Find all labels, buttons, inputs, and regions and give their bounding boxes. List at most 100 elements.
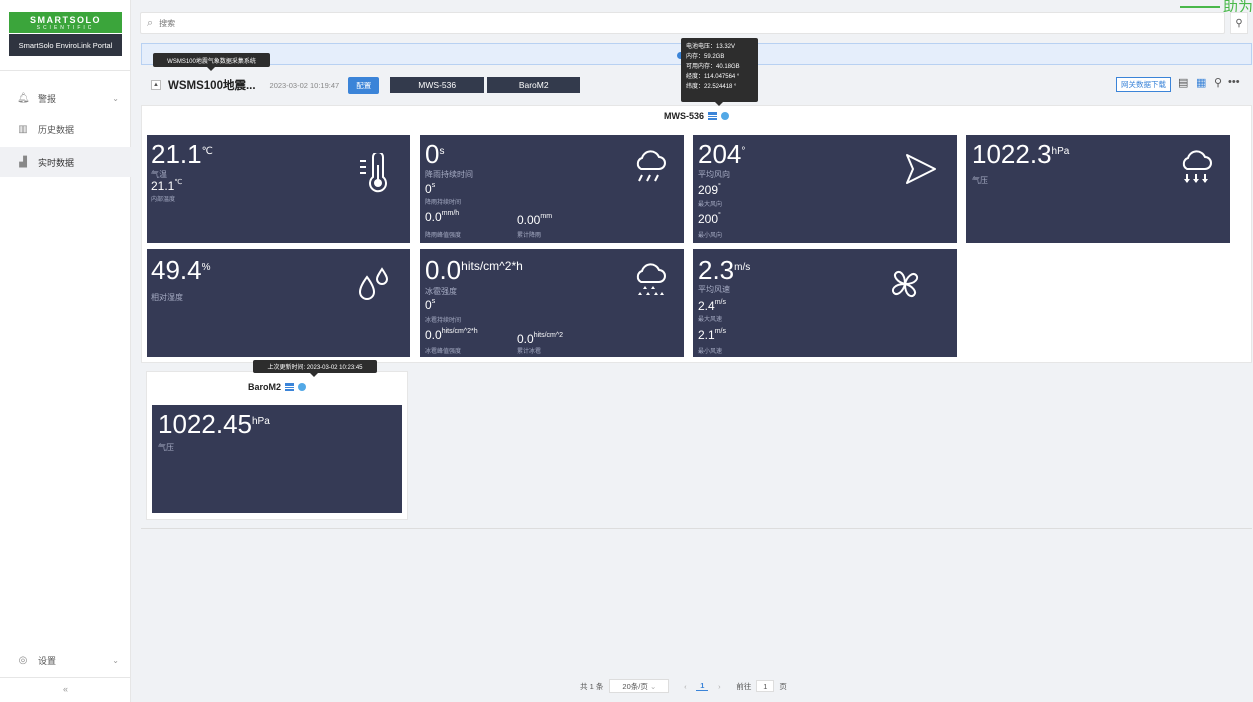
wind-direction-label: 平均风向 (698, 170, 730, 179)
rain-peak-label: 降雨峰值强度 (425, 233, 462, 239)
wind-direction-value: 204° (698, 139, 746, 169)
page-size-select[interactable]: 20条/页 ⌄ (609, 679, 670, 693)
hail-cloud-icon (636, 263, 666, 295)
document-icon[interactable]: ▤ (1178, 76, 1188, 89)
green-bar (1180, 6, 1220, 8)
goto-label: 前往 (736, 681, 752, 691)
wind-direction-max-value: 209° (698, 183, 721, 197)
search-bar[interactable]: ⌕ (140, 12, 1225, 34)
list-icon[interactable] (285, 383, 294, 391)
rain-duration2-label: 降雨持续时间 (425, 200, 462, 206)
grid-icon[interactable]: ▦ (1196, 76, 1206, 89)
station-timestamp: 2023-03-02 10:19:47 (269, 80, 340, 90)
hail-peak-value: 0.0hits/cm^2*h (425, 328, 478, 342)
top-corner-banner: 助为 (1180, 0, 1253, 12)
wind-speed-label: 平均风速 (698, 285, 730, 294)
wind-speed-max-value: 2.4m/s (698, 299, 726, 313)
humidity-card: 49.4% 相对湿度 (147, 249, 410, 357)
search-input[interactable] (159, 18, 460, 28)
wind-speed-min-value: 2.1m/s (698, 328, 726, 342)
pagination: 共 1 条 20条/页 ⌄ ‹ 1 › 前往 1 页 (580, 679, 787, 693)
pressure-value: 1022.3hPa (972, 139, 1070, 169)
chevron-down-icon: ⌄ (649, 681, 657, 691)
list-icon[interactable] (708, 112, 717, 120)
wind-direction-max-label: 最大风向 (698, 202, 723, 208)
portal-name: SmartSolo EnviroLink Portal (9, 34, 122, 56)
goto-page-input[interactable]: 1 (756, 680, 775, 692)
collapse-sidebar-button[interactable]: « (0, 684, 131, 694)
station-title[interactable]: WSMS100地震... (168, 77, 256, 93)
location-pin-icon[interactable]: ⚲ (1214, 76, 1222, 89)
rain-duration-label: 降雨持续时间 (425, 170, 473, 179)
gear-icon: ◎ (18, 654, 28, 666)
wind-speed-value: 2.3m/s (698, 255, 751, 285)
wind-speed-min-label: 最小风速 (698, 349, 723, 355)
clock-icon[interactable] (721, 112, 729, 120)
config-button[interactable]: 配置 (348, 76, 380, 94)
location-button[interactable]: ⚲ (1230, 12, 1248, 34)
sidebar: SMARTSOLO SCIENTIFIC SmartSolo EnviroLin… (0, 0, 131, 702)
hail-total-value: 0.0hits/cm^2 (517, 332, 564, 346)
tab-barom2[interactable]: BaroM2 (487, 77, 581, 93)
temperature-value: 21.1℃ (151, 139, 213, 169)
sidebar-item-label: 实时数据 (38, 157, 75, 168)
more-icon[interactable]: ••• (1228, 76, 1240, 88)
clock-icon[interactable] (298, 383, 306, 391)
sidebar-item-alarm[interactable]: 🔔︎ 警报 ⌄ (0, 83, 131, 113)
total-count: 共 1 条 (580, 681, 604, 691)
pressure-cloud-icon (1182, 150, 1212, 183)
gateway-download-button[interactable]: 网关数据下载 (1116, 77, 1171, 92)
temperature-card: 21.1℃ 气温 21.1℃ 内部温度 (147, 135, 410, 243)
water-drops-icon (358, 267, 389, 300)
sidebar-item-history[interactable]: ▥ 历史数据 (0, 114, 131, 144)
bar-chart-icon: ▥ (18, 123, 28, 135)
search-icon: ⌕ (147, 16, 154, 29)
collapse-station-button[interactable]: ▲ (151, 80, 161, 90)
hail-peak-label: 冰雹峰值强度 (425, 349, 462, 355)
rain-peak-value: 0.0mm/h (425, 210, 460, 224)
sidebar-item-realtime[interactable]: ▟ 实时数据 (0, 147, 131, 177)
panel-title: BaroM2 (147, 382, 407, 392)
rain-card: 0s 降雨持续时间 0s 降雨持续时间 0.0mm/h 降雨峰值强度 0.00m… (420, 135, 684, 243)
sidebar-item-label: 警报 (38, 93, 57, 104)
barom2-pressure-value: 1022.45hPa (158, 409, 270, 439)
inner-temperature-value: 21.1℃ (151, 179, 183, 193)
panel-title: MWS-536 (142, 111, 1251, 121)
wind-speed-card: 2.3m/s 平均风速 2.4m/s 最大风速 2.1m/s 最小风速 (693, 249, 957, 357)
wind-direction-card: 204° 平均风向 209° 最大风向 200° 最小风向 (693, 135, 957, 243)
last-update-tooltip: 上次更新时间: 2023-03-02 10:23:45 (253, 360, 377, 377)
wind-direction-min-value: 200° (698, 212, 721, 226)
hail-duration-value: 0s (425, 298, 436, 312)
next-page-button[interactable]: › (712, 682, 726, 691)
wind-speed-max-label: 最大风速 (698, 317, 723, 323)
hail-card: 0.0hits/cm^2*h 冰雹强度 0s 冰雹持续时间 0.0hits/cm… (420, 249, 684, 357)
hail-duration-label: 冰雹持续时间 (425, 318, 462, 324)
sidebar-item-settings[interactable]: ◎ 设置 ⌄ (0, 645, 131, 675)
humidity-value: 49.4% (151, 255, 211, 285)
thermometer-icon (360, 153, 387, 193)
humidity-label: 相对湿度 (151, 293, 183, 302)
barom2-pressure-card: 1022.45hPa 气压 (152, 405, 402, 513)
tab-mws-536[interactable]: MWS-536 (390, 77, 485, 93)
chevron-down-icon: ⌄ (112, 93, 119, 103)
content-divider (141, 528, 1252, 529)
hail-intensity-label: 冰雹强度 (425, 287, 457, 296)
prev-page-button[interactable]: ‹ (678, 682, 692, 691)
bell-icon: 🔔︎ (17, 92, 30, 104)
hail-intensity-value: 0.0hits/cm^2*h (425, 255, 523, 285)
rain-duration-value: 0s (425, 139, 445, 169)
rain-total-value: 0.00mm (517, 213, 553, 227)
inner-temperature-label: 内部温度 (151, 197, 176, 203)
system-name-tooltip: WSMS100地震气象数据采集系统 (153, 53, 270, 71)
sidebar-divider (0, 677, 131, 678)
device-info-tooltip: 电池电压：13.32V 内存：59.2GB 可用内存：40.18GB 经度：11… (681, 38, 758, 106)
pressure-label: 气压 (972, 176, 988, 185)
caret-up-icon: ▲ (153, 82, 159, 88)
navigation-arrow-icon (906, 154, 936, 184)
page-unit-label: 页 (779, 681, 787, 691)
wind-direction-min-label: 最小风向 (698, 233, 723, 239)
page-number-1[interactable]: 1 (696, 681, 709, 691)
smartsolo-logo[interactable]: SMARTSOLO SCIENTIFIC (9, 12, 122, 33)
sidebar-divider (0, 70, 131, 71)
hail-total-label: 累计冰雹 (517, 349, 542, 355)
